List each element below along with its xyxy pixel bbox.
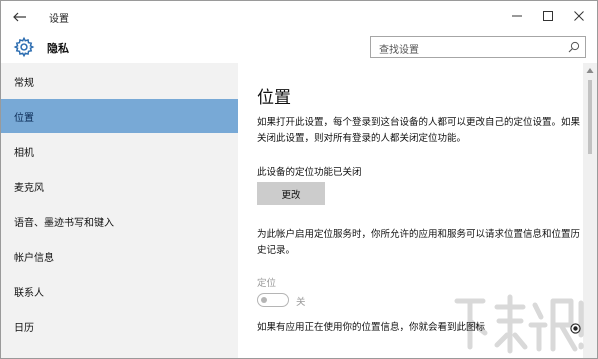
back-arrow-icon — [13, 12, 26, 22]
minimize-button[interactable] — [505, 5, 529, 27]
back-button[interactable] — [9, 7, 31, 27]
search-input[interactable]: 查找设置 — [370, 36, 586, 58]
toggle-state-text: 关 — [296, 297, 306, 308]
main-content: 位置 如果打开此设置，每个登录到这台设备的人都可以更改自己的定位设置。如果关闭此… — [238, 63, 583, 358]
location-icon-note: 如果有应用正在使用你的位置信息，你就会看到此图标 — [257, 322, 486, 333]
page-section-title: 隐私 — [47, 42, 69, 55]
scrollbar[interactable] — [583, 63, 597, 358]
change-button[interactable]: 更改 — [257, 182, 325, 205]
sidebar: 常规 位置 相机 麦克风 语音、墨迹书写和键入 帐户信息 联系人 日历 — [1, 63, 238, 358]
search-placeholder: 查找设置 — [379, 45, 419, 56]
sidebar-item-general[interactable]: 常规 — [1, 64, 238, 98]
maximize-button[interactable] — [536, 5, 560, 27]
page-header: 隐私 查找设置 — [1, 33, 597, 63]
sidebar-item-camera[interactable]: 相机 — [1, 134, 238, 168]
maximize-icon — [543, 11, 553, 21]
location-intro-text: 如果打开此设置，每个登录到这台设备的人都可以更改自己的定位设置。如果关闭此设置，… — [257, 117, 581, 144]
close-icon — [574, 11, 584, 21]
location-in-use-icon — [570, 323, 581, 334]
settings-window: 设置 隐私 查找设置 常规 位置 相机 麦克风 语音、墨迹书写和键入 帐户信息 … — [0, 0, 598, 359]
sidebar-item-speech-inking-typing[interactable]: 语音、墨迹书写和键入 — [1, 204, 238, 238]
location-setting-label: 定位 — [257, 278, 277, 289]
scroll-up-arrow-icon[interactable] — [586, 67, 594, 75]
toggle-knob — [261, 296, 267, 303]
location-toggle[interactable] — [257, 293, 289, 307]
scrollbar-thumb[interactable] — [588, 80, 592, 154]
account-location-description: 为此帐户启用定位服务时，你所允许的应用和服务可以请求位置信息和位置历史记录。 — [257, 229, 581, 256]
minimize-icon — [512, 15, 522, 17]
sidebar-item-calendar[interactable]: 日历 — [1, 309, 238, 343]
device-location-status: 此设备的定位功能已关闭 — [257, 167, 362, 178]
close-button[interactable] — [567, 5, 591, 27]
sidebar-item-location[interactable]: 位置 — [1, 99, 238, 133]
gear-icon — [13, 36, 35, 58]
sidebar-item-microphone[interactable]: 麦克风 — [1, 169, 238, 203]
search-icon[interactable] — [568, 41, 580, 53]
title-bar: 设置 — [1, 1, 597, 33]
page-title: 位置 — [257, 88, 291, 108]
window-title: 设置 — [49, 14, 69, 25]
sidebar-item-contacts[interactable]: 联系人 — [1, 274, 238, 308]
sidebar-item-account-info[interactable]: 帐户信息 — [1, 239, 238, 273]
